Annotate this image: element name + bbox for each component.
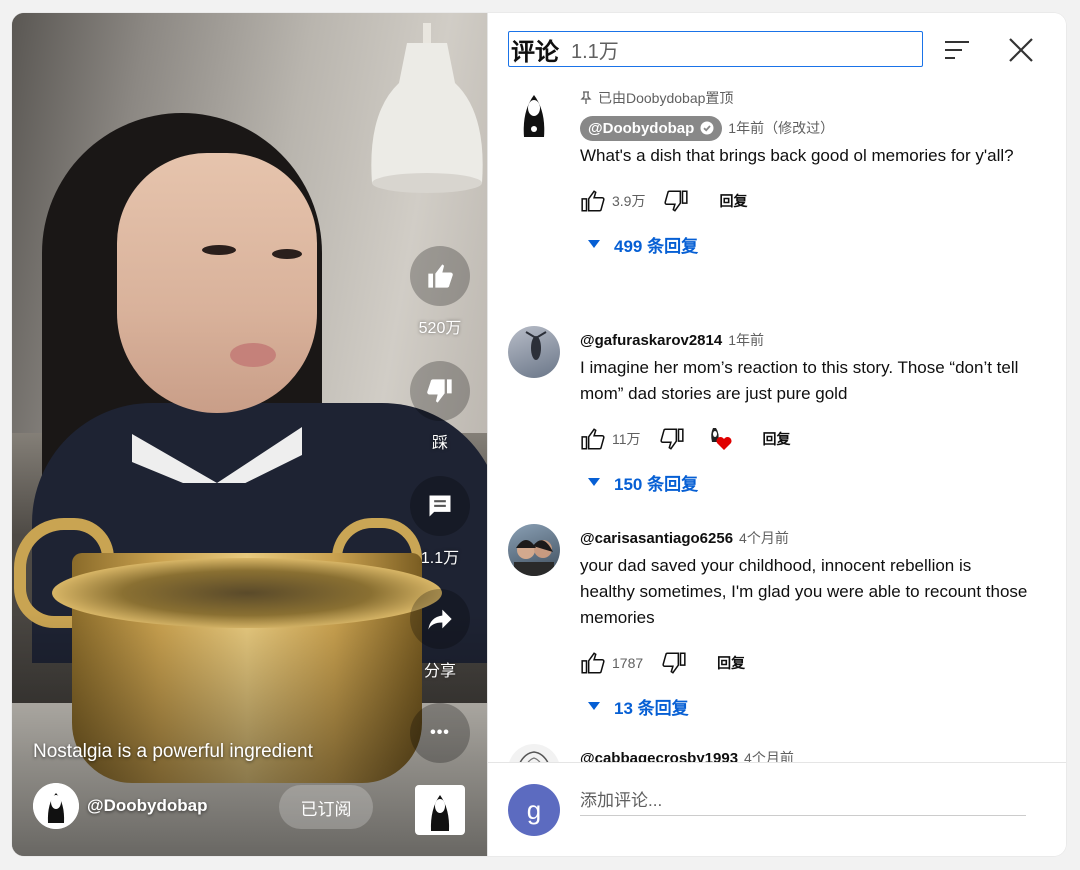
reply-button[interactable]: 回复	[719, 191, 747, 211]
view-replies-button[interactable]: 13 条回复	[580, 691, 1030, 721]
add-comment-input[interactable]	[580, 786, 1026, 816]
like-icon[interactable]	[580, 650, 606, 676]
person-eye-left	[202, 245, 236, 255]
comment-time: 4个月前	[744, 750, 794, 763]
comment-avatar[interactable]	[508, 524, 560, 576]
replies-count: 499 条回复	[614, 236, 699, 256]
user-avatar: g	[508, 784, 560, 836]
creator-heart-icon	[710, 428, 732, 450]
sound-thumbnail[interactable]	[415, 785, 465, 835]
verified-icon	[700, 121, 714, 135]
comment-icon	[410, 476, 470, 536]
shorts-window: 520万 踩 1.1万 分享 ••• Nostalgia is a powerf…	[12, 13, 1066, 856]
share-label: 分享	[423, 663, 456, 680]
reply-button[interactable]: 回复	[763, 429, 791, 449]
comment-body: @gafuraskarov2814 1年前 I imagine her mom’…	[580, 327, 1030, 497]
person-lips	[230, 343, 276, 367]
dislike-icon[interactable]	[661, 650, 687, 676]
like-button[interactable]: 520万	[410, 246, 470, 338]
view-replies-button[interactable]: 150 条回复	[580, 467, 1030, 497]
pin-icon	[580, 91, 592, 104]
comments-title: 评论	[511, 38, 559, 66]
caret-down-icon	[588, 702, 600, 710]
comment-body: @cabbagecrosby1993 4个月前	[580, 745, 1030, 764]
thumbs-up-icon	[410, 246, 470, 306]
replies-count: 150 条回复	[614, 474, 699, 494]
dislike-icon[interactable]	[663, 188, 689, 214]
comment-author[interactable]: @carisasantiago6256	[580, 530, 733, 547]
comment-count: 1.1万	[420, 550, 460, 567]
comments-panel: 评论 1.1万 已由Doobydobap置顶 @Doobydobap 1年前（修…	[487, 13, 1066, 856]
sort-icon	[945, 41, 969, 59]
composer-divider	[488, 762, 1066, 763]
share-button[interactable]: 分享	[410, 589, 470, 681]
video-player[interactable]: 520万 踩 1.1万 分享 ••• Nostalgia is a powerf…	[12, 13, 487, 856]
comment-meta: @gafuraskarov2814 1年前	[580, 327, 1030, 353]
dislike-label: 踩	[431, 435, 448, 452]
channel-avatar	[33, 783, 79, 829]
dislike-icon[interactable]	[659, 426, 685, 452]
comment-body: 已由Doobydobap置顶 @Doobydobap 1年前（修改过） What…	[580, 87, 1030, 259]
dislike-button[interactable]: 踩	[410, 361, 470, 453]
comment-avatar[interactable]	[508, 87, 560, 139]
comment-author[interactable]: @gafuraskarov2814	[580, 332, 722, 349]
comments-count: 1.1万	[571, 40, 619, 63]
like-count: 3.9万	[612, 193, 646, 209]
video-caption: Nostalgia is a powerful ingredient	[33, 741, 313, 762]
caret-down-icon	[588, 478, 600, 486]
sort-button[interactable]	[943, 37, 973, 63]
comment-actions: 3.9万 回复	[580, 183, 1030, 219]
comment-text: I imagine her mom’s reaction to this sto…	[580, 358, 1019, 403]
comment-text: your dad saved your childhood, innocent …	[580, 556, 1028, 627]
close-icon	[1009, 38, 1033, 62]
comment-avatar[interactable]	[508, 326, 560, 378]
channel-link[interactable]: @Doobydobap	[33, 783, 207, 829]
caret-down-icon	[588, 240, 600, 248]
comment-actions: 11万 回复	[580, 421, 1030, 457]
comment-meta: @carisasantiago6256 4个月前	[580, 525, 1030, 551]
like-icon[interactable]	[580, 426, 606, 452]
like-count: 520万	[418, 320, 462, 337]
comment-body: @carisasantiago6256 4个月前 your dad saved …	[580, 525, 1030, 721]
pinned-row: 已由Doobydobap置顶	[580, 87, 1030, 109]
comments-button[interactable]: 1.1万	[410, 476, 470, 568]
thumbs-down-icon	[410, 361, 470, 421]
channel-name: @Doobydobap	[87, 796, 208, 815]
comment-time: 1年前	[728, 332, 765, 348]
view-replies-button[interactable]: 499 条回复	[580, 229, 1030, 259]
person-eye-right	[272, 249, 302, 259]
like-icon[interactable]	[580, 188, 606, 214]
comment-meta: @cabbagecrosby1993 4个月前	[580, 745, 1030, 764]
comments-header: 评论 1.1万	[508, 31, 923, 67]
person-face	[117, 153, 317, 413]
comment-time: 4个月前	[739, 530, 789, 546]
subscribed-button[interactable]: 已订阅	[279, 785, 373, 829]
close-button[interactable]	[1006, 35, 1036, 65]
lamp-shape	[371, 23, 483, 193]
author-chip[interactable]: @Doobydobap	[580, 115, 723, 141]
pinned-label: 已由Doobydobap置顶	[598, 90, 734, 106]
share-icon	[410, 589, 470, 649]
comment-text: What's a dish that brings back good ol m…	[580, 146, 1014, 165]
more-dots: •••	[430, 724, 450, 741]
comment-actions: 1787 回复	[580, 645, 1030, 681]
comment-author: @Doobydobap	[588, 119, 695, 137]
comment-avatar[interactable]	[508, 744, 560, 763]
like-count: 1787	[612, 655, 644, 671]
comment-meta: @Doobydobap 1年前（修改过）	[580, 115, 1030, 141]
more-icon: •••	[410, 703, 470, 763]
like-count: 11万	[612, 431, 641, 447]
comment-time: 1年前（修改过）	[728, 120, 835, 136]
reply-button[interactable]: 回复	[717, 653, 745, 673]
comments-list[interactable]: 已由Doobydobap置顶 @Doobydobap 1年前（修改过） What…	[488, 83, 1066, 763]
more-button[interactable]: •••	[410, 703, 470, 763]
replies-count: 13 条回复	[614, 698, 689, 718]
comment-author[interactable]: @cabbagecrosby1993	[580, 750, 738, 764]
